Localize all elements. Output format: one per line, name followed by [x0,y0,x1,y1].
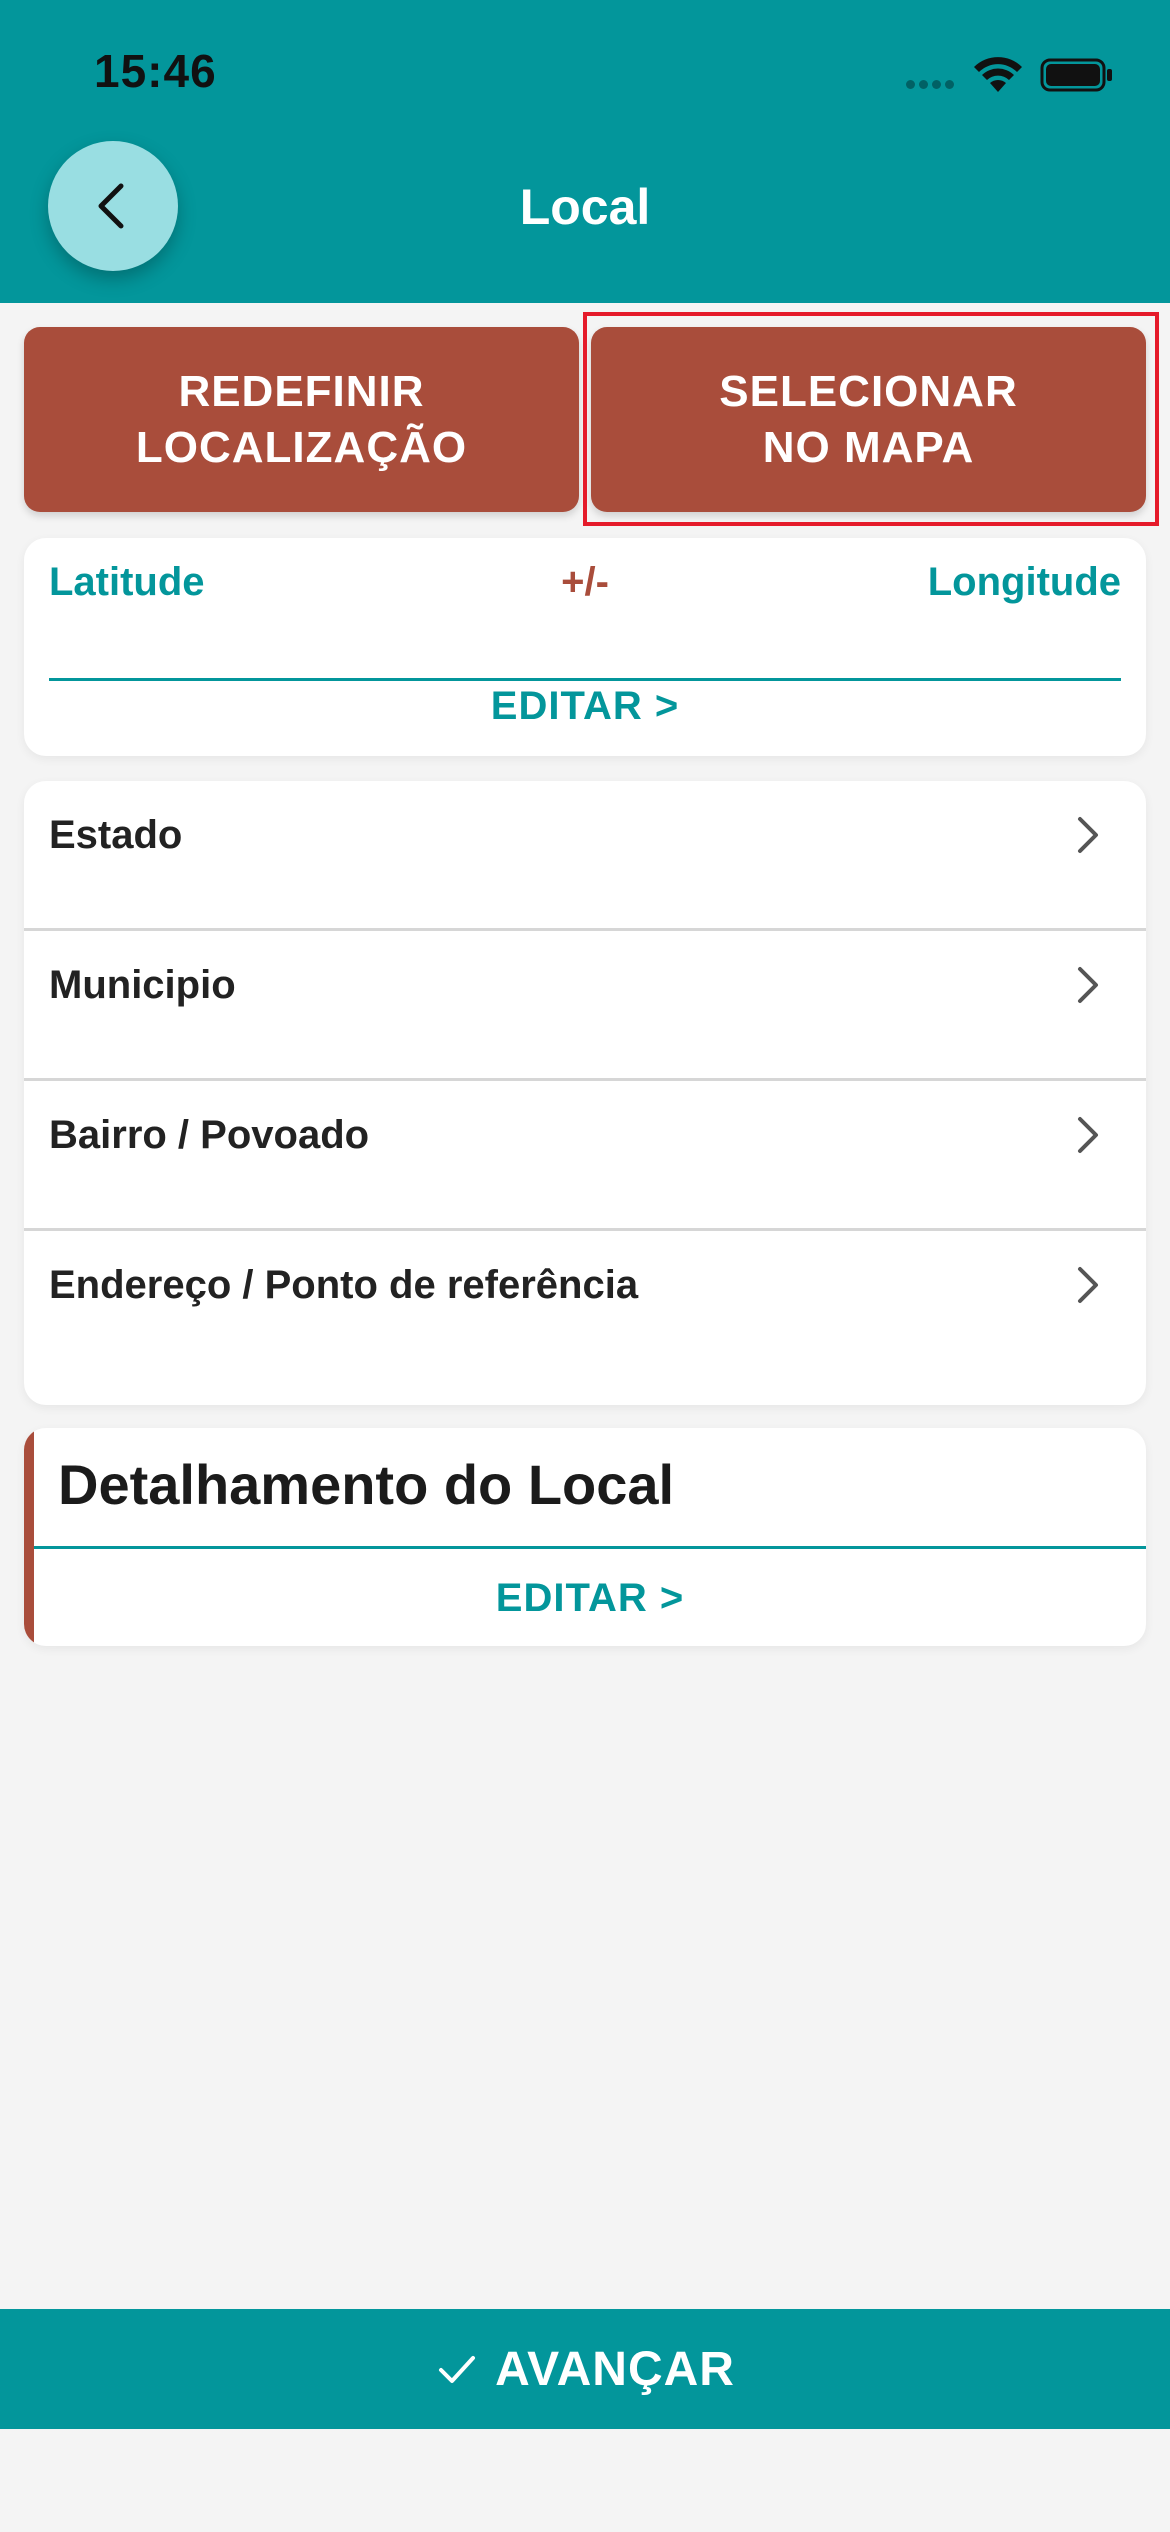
advance-label: AVANÇAR [495,2342,735,2396]
accent-bar [24,1428,34,1646]
list-item-estado[interactable]: Estado [24,781,1146,931]
coordinates-card: Latitude +/- Longitude EDITAR > [24,538,1146,756]
status-time: 15:46 [94,45,217,97]
select-on-map-button[interactable]: SELECIONAR NO MAPA [591,327,1146,512]
battery-icon [1040,58,1112,92]
signal-icon [906,80,954,89]
address-list: Estado Municipio Bairro / Povoado Endere… [24,781,1146,1405]
chevron-right-icon [1078,1267,1098,1303]
app-header: 15:46 Local [0,0,1170,303]
chevron-right-icon [1078,1117,1098,1153]
list-item-endereco[interactable]: Endereço / Ponto de referência [24,1231,1146,1381]
list-item-label: Bairro / Povoado [49,1113,370,1157]
details-title: Detalhamento do Local [58,1453,675,1516]
list-item-municipio[interactable]: Municipio [24,931,1146,1081]
divider [49,678,1121,681]
chevron-right-icon [1078,817,1098,853]
reset-location-button[interactable]: REDEFINIR LOCALIZAÇÃO [24,327,579,512]
check-icon [439,2356,476,2383]
chevron-right-icon [1078,967,1098,1003]
edit-coordinates-link[interactable]: EDITAR > [24,684,1146,729]
advance-button[interactable]: AVANÇAR [0,2309,1170,2429]
list-item-label: Municipio [49,963,236,1007]
page-title: Local [519,179,651,235]
location-details-card: Detalhamento do Local EDITAR > [24,1428,1146,1646]
list-item-label: Estado [49,813,183,857]
longitude-label: Longitude [927,560,1121,604]
list-item-bairro[interactable]: Bairro / Povoado [24,1081,1146,1231]
wifi-icon [974,57,1022,92]
divider [34,1546,1146,1549]
edit-details-link[interactable]: EDITAR > [34,1576,1146,1621]
list-item-label: Endereço / Ponto de referência [49,1263,639,1307]
